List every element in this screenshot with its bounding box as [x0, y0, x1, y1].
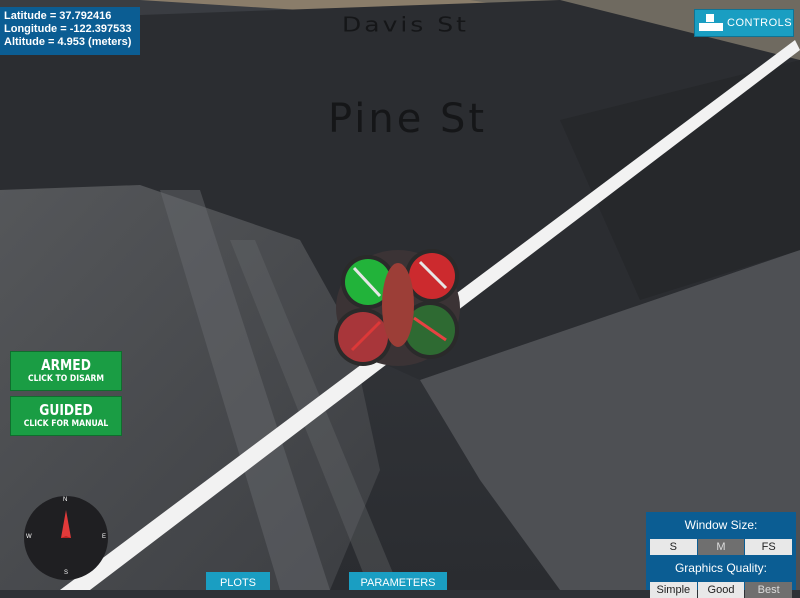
quadcopter-drone	[334, 249, 460, 366]
compass: N E S W	[24, 496, 108, 580]
controls-grid-icon	[698, 13, 724, 33]
longitude-readout: Longitude = -122.397533	[4, 23, 132, 35]
armed-button[interactable]: ARMED CLICK TO DISARM	[10, 351, 122, 391]
compass-needle-icon	[61, 510, 71, 538]
guided-button[interactable]: GUIDED CLICK FOR MANUAL	[10, 396, 122, 436]
graphics-best[interactable]: Best	[745, 582, 793, 598]
latitude-readout: Latitude = 37.792416	[4, 10, 112, 22]
armed-subtitle: CLICK TO DISARM	[27, 374, 105, 384]
graphics-quality-title: Graphics Quality:	[674, 561, 768, 575]
window-size-fs[interactable]: FS	[745, 539, 793, 555]
graphics-good[interactable]: Good	[697, 582, 745, 598]
street-label-pine: Pine St	[328, 96, 488, 142]
street-label-davis: Davis St	[342, 12, 469, 37]
controls-label: CONTROLS	[727, 17, 793, 29]
gps-readout: Latitude = 37.792416 Longitude = -122.39…	[0, 7, 140, 55]
graphics-quality-group: Simple Good Best	[650, 582, 793, 598]
parameters-tab[interactable]: PARAMETERS	[349, 572, 447, 590]
window-size-m[interactable]: M	[697, 539, 745, 555]
window-size-title: Window Size:	[684, 518, 758, 532]
window-size-group: S M FS	[650, 539, 793, 555]
guided-subtitle: CLICK FOR MANUAL	[23, 419, 109, 429]
settings-panel: Window Size: S M FS Graphics Quality: Si…	[646, 512, 796, 598]
controls-button[interactable]: CONTROLS	[694, 9, 794, 37]
altitude-readout: Altitude = 4.953 (meters)	[4, 36, 132, 48]
graphics-simple[interactable]: Simple	[650, 582, 697, 598]
armed-title: ARMED	[41, 356, 91, 374]
simulator-viewport[interactable]	[0, 0, 800, 590]
guided-title: GUIDED	[39, 401, 93, 419]
window-size-s[interactable]: S	[650, 539, 697, 555]
plots-tab[interactable]: PLOTS	[206, 572, 270, 590]
